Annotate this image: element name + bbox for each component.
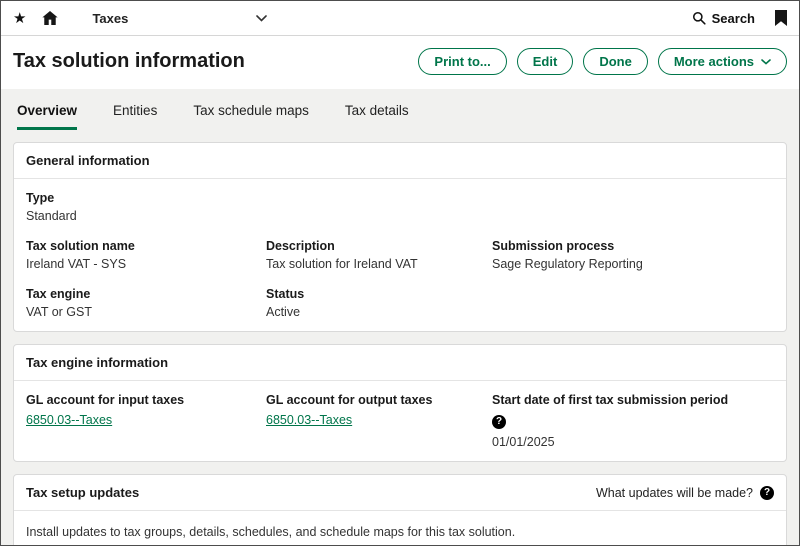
field-status-value: Active (266, 305, 301, 319)
favorites-star-icon[interactable]: ★ (13, 11, 26, 26)
tax-setup-updates-body: Install updates to tax groups, details, … (14, 511, 786, 545)
field-gl-input-taxes: GL account for input taxes 6850.03--Taxe… (26, 393, 266, 449)
what-updates-help-label: What updates will be made? (595, 485, 753, 500)
tab-overview[interactable]: Overview (17, 103, 78, 130)
general-information-title: General information (26, 153, 150, 168)
field-tax-engine-label: Tax engine (26, 287, 91, 301)
gl-input-taxes-link[interactable]: 6850.03--Taxes (26, 413, 112, 427)
field-tax-engine-value: VAT or GST (26, 305, 92, 319)
start-date-help-icon[interactable]: ? (492, 415, 506, 429)
field-tax-solution-name-value: Ireland VAT - SYS (26, 257, 127, 271)
field-type-value: Standard (26, 209, 77, 223)
tax-engine-information-header: Tax engine information (14, 345, 786, 381)
topbar-right: Search (692, 10, 787, 26)
field-gl-output-taxes-label: GL account for output taxes (266, 393, 433, 407)
tabbar: Overview Entities Tax schedule maps Tax … (1, 89, 799, 130)
tab-tax-schedule-maps[interactable]: Tax schedule maps (193, 103, 309, 130)
chevron-down-icon (761, 58, 771, 65)
bookmark-icon[interactable] (775, 10, 787, 26)
field-status: Status Active (266, 287, 492, 319)
page-header: Tax solution information Print to... Edi… (1, 36, 799, 89)
more-actions-button[interactable]: More actions (657, 48, 787, 75)
field-submission-process: Submission process Sage Regulatory Repor… (492, 239, 774, 271)
tax-setup-updates-title: Tax setup updates (26, 485, 140, 500)
search-label: Search (711, 10, 755, 26)
tax-engine-information-body: GL account for input taxes 6850.03--Taxe… (14, 381, 786, 461)
header-buttons: Print to... Edit Done More actions (418, 48, 787, 75)
module-select-value: Taxes (92, 10, 129, 26)
general-information-header: General information (14, 143, 786, 179)
gl-output-taxes-link[interactable]: 6850.03--Taxes (266, 413, 352, 427)
what-updates-help[interactable]: What updates will be made? ? (595, 485, 774, 500)
content: General information Type Standard Tax so… (1, 130, 799, 545)
general-information-card: General information Type Standard Tax so… (13, 142, 787, 332)
app-window: ★ Taxes Search Tax solution information … (0, 0, 800, 546)
search-icon (692, 11, 706, 25)
topbar-left: ★ Taxes (13, 10, 268, 26)
field-gl-input-taxes-label: GL account for input taxes (26, 393, 185, 407)
topbar: ★ Taxes Search (1, 1, 799, 36)
chevron-down-icon (256, 14, 268, 22)
field-start-date-label: Start date of first tax submission perio… (492, 393, 729, 407)
general-information-body: Type Standard Tax solution name Ireland … (14, 179, 786, 331)
edit-button[interactable]: Edit (516, 48, 574, 75)
tab-entities[interactable]: Entities (113, 103, 157, 130)
field-start-date: Start date of first tax submission perio… (492, 393, 774, 449)
tax-engine-information-title: Tax engine information (26, 355, 169, 370)
tax-setup-updates-card: Tax setup updates What updates will be m… (13, 474, 787, 545)
field-description-label: Description (266, 239, 335, 253)
page-title: Tax solution information (13, 50, 245, 72)
more-actions-label: More actions (673, 54, 754, 69)
field-description-value: Tax solution for Ireland VAT (266, 257, 418, 271)
field-submission-process-value: Sage Regulatory Reporting (492, 257, 643, 271)
field-status-label: Status (266, 287, 305, 301)
done-button[interactable]: Done (583, 48, 648, 75)
what-updates-help-icon: ? (760, 485, 774, 500)
field-submission-process-label: Submission process (492, 239, 615, 253)
field-tax-solution-name-label: Tax solution name (26, 239, 135, 253)
field-type: Type Standard (26, 191, 774, 223)
search-button[interactable]: Search (692, 11, 755, 26)
tax-setup-description: Install updates to tax groups, details, … (26, 525, 516, 539)
field-start-date-value: 01/01/2025 (492, 435, 555, 449)
tax-setup-updates-header: Tax setup updates What updates will be m… (14, 475, 786, 511)
module-select[interactable]: Taxes (92, 10, 268, 26)
tax-engine-information-card: Tax engine information GL account for in… (13, 344, 787, 462)
field-gl-output-taxes: GL account for output taxes 6850.03--Tax… (266, 393, 492, 449)
field-tax-solution-name: Tax solution name Ireland VAT - SYS (26, 239, 266, 271)
field-type-label: Type (26, 191, 55, 205)
home-icon[interactable] (42, 11, 59, 25)
field-description: Description Tax solution for Ireland VAT (266, 239, 492, 271)
tab-tax-details[interactable]: Tax details (345, 103, 409, 130)
field-tax-engine: Tax engine VAT or GST (26, 287, 266, 319)
print-to-button[interactable]: Print to... (418, 48, 507, 75)
